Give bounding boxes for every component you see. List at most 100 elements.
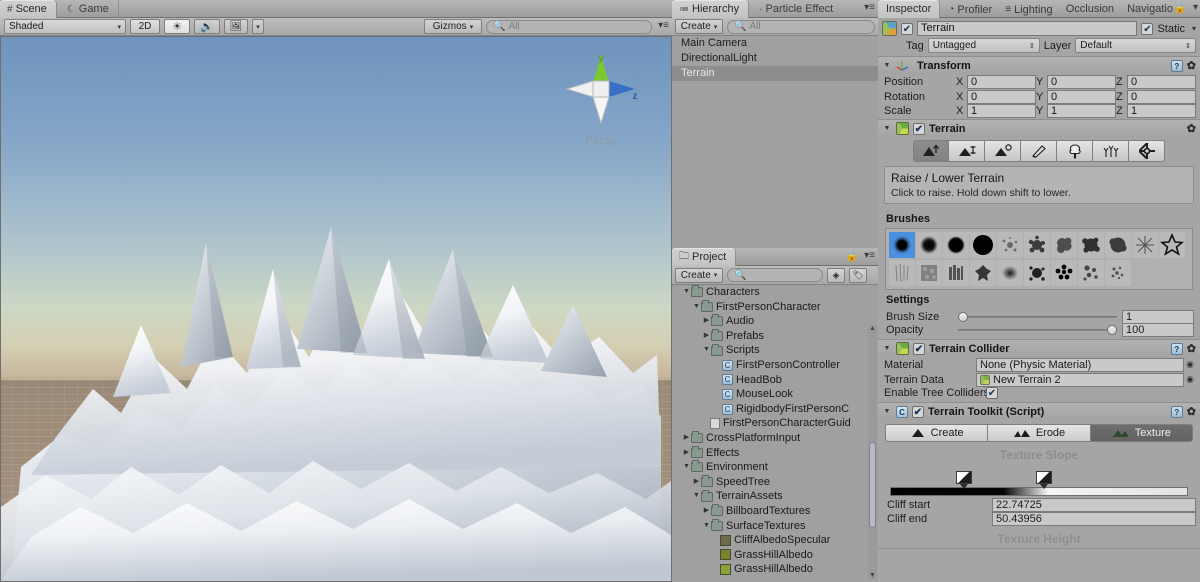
spray-brush[interactable] xyxy=(970,260,996,286)
hierarchy-search-input[interactable]: 🔍 All xyxy=(727,20,875,34)
smudge-brush[interactable] xyxy=(997,260,1023,286)
texture-brush[interactable] xyxy=(916,260,942,286)
position-x-field[interactable]: 0 xyxy=(967,75,1036,89)
project-favorites-button[interactable]: ◈ xyxy=(827,268,845,283)
smooth-height-tool[interactable] xyxy=(985,140,1021,162)
scene-fx-toggle[interactable]: 🖼 xyxy=(224,19,248,34)
scroll-up-icon[interactable]: ▲ xyxy=(868,324,877,333)
project-row[interactable]: C FirstPersonController xyxy=(672,358,878,373)
star-burst-brush[interactable] xyxy=(1132,232,1158,258)
project-row[interactable]: ▼ SurfaceTextures xyxy=(672,519,878,534)
scene-lighting-toggle[interactable]: ☀ xyxy=(164,19,190,34)
cliff-start-handle[interactable] xyxy=(956,471,972,488)
inspector-panel-menu-icon[interactable]: ▾ xyxy=(1185,3,1198,14)
streak-brush[interactable] xyxy=(889,260,915,286)
scale-x-field[interactable]: 1 xyxy=(967,104,1036,118)
static-checkbox[interactable]: ✔ xyxy=(1141,23,1153,35)
dots-brush[interactable] xyxy=(1051,260,1077,286)
hierarchy-panel-menu-icon[interactable]: ▾≡ xyxy=(862,3,875,14)
tab-profiler[interactable]: ◔ Profiler xyxy=(943,1,997,19)
gear-icon[interactable]: ✿ xyxy=(1187,342,1196,355)
disclosure-triangle-icon[interactable]: ▼ xyxy=(682,460,691,475)
place-trees-tool[interactable] xyxy=(1057,140,1093,162)
project-row[interactable]: ▶ Prefabs xyxy=(672,329,878,344)
project-row[interactable]: ▶ BillboardTextures xyxy=(672,504,878,519)
disclosure-triangle-icon[interactable]: ▶ xyxy=(692,475,701,490)
tag-dropdown[interactable]: Untagged ⇕ xyxy=(928,38,1040,53)
terrain-toolkit-header[interactable]: ▼ C ✔ Terrain Toolkit (Script) ? ✿ xyxy=(878,403,1200,420)
fine-scatter-brush[interactable] xyxy=(1105,260,1131,286)
project-scrollbar-thumb[interactable] xyxy=(869,442,876,528)
star-outline-brush[interactable] xyxy=(1159,232,1185,258)
tab-particle-effect[interactable]: · Particle Effect xyxy=(752,0,842,18)
cliff-end-field[interactable]: 50.43956 xyxy=(992,512,1196,526)
scene-audio-toggle[interactable]: 🔊 xyxy=(194,19,220,34)
lock-icon[interactable]: 🔒 xyxy=(846,251,858,262)
disclosure-triangle-icon[interactable]: ▶ xyxy=(702,314,711,329)
round-brush-3[interactable] xyxy=(943,232,969,258)
help-icon[interactable]: ? xyxy=(1171,60,1183,72)
terrain-data-field[interactable]: New Terrain 2 xyxy=(976,373,1184,387)
gear-icon[interactable]: ✿ xyxy=(1187,405,1196,418)
paint-details-tool[interactable] xyxy=(1093,140,1129,162)
set-height-tool[interactable] xyxy=(949,140,985,162)
terrain-collider-header[interactable]: ▼ ✔ Terrain Collider ? ✿ xyxy=(878,340,1200,357)
terrain-settings-tool[interactable] xyxy=(1129,140,1165,162)
disclosure-triangle-icon[interactable]: ▶ xyxy=(702,329,711,344)
project-row[interactable]: FirstPersonCharacterGuid xyxy=(672,416,878,431)
tab-game[interactable]: ☾ Game xyxy=(60,0,119,18)
position-y-field[interactable]: 0 xyxy=(1047,75,1116,89)
tab-inspector[interactable]: Inspector xyxy=(878,0,940,18)
paint-texture-tool[interactable] xyxy=(1021,140,1057,162)
project-row[interactable]: ▶ CrossPlatformInput xyxy=(672,431,878,446)
gear-icon[interactable]: ✿ xyxy=(1187,59,1196,72)
shading-mode-dropdown[interactable]: Shaded ▾ xyxy=(4,19,126,34)
object-name-field[interactable]: Terrain xyxy=(917,21,1137,36)
disclosure-triangle-icon[interactable]: ▼ xyxy=(702,343,711,358)
project-row[interactable]: ▼ Characters xyxy=(672,285,878,300)
toolkit-tab-erode[interactable]: Erode xyxy=(988,424,1090,442)
disclosure-triangle-icon[interactable]: ▶ xyxy=(702,504,711,519)
disclosure-triangle-icon[interactable]: ▼ xyxy=(682,285,691,300)
hierarchy-item-main-camera[interactable]: Main Camera xyxy=(672,36,878,51)
toggle-2d-button[interactable]: 2D xyxy=(130,19,160,34)
cliff-start-field[interactable]: 22.74725 xyxy=(992,498,1196,512)
noise-brush[interactable] xyxy=(1078,232,1104,258)
tab-navigation[interactable]: Navigatio xyxy=(1122,0,1178,18)
terrain-collider-enabled-checkbox[interactable]: ✔ xyxy=(913,343,925,355)
help-icon[interactable]: ? xyxy=(1171,406,1183,418)
disclosure-triangle-icon[interactable]: ▼ xyxy=(882,408,892,415)
slider-knob[interactable] xyxy=(958,312,968,322)
scene-viewport[interactable]: y z Persp xyxy=(1,37,671,581)
disclosure-triangle-icon[interactable]: ▼ xyxy=(882,125,892,132)
scene-fx-dropdown[interactable]: ▾ xyxy=(252,19,264,34)
project-row[interactable]: C RigidbodyFirstPersonC xyxy=(672,402,878,417)
soft-round-brush[interactable] xyxy=(889,232,915,258)
project-search-input[interactable]: 🔍 xyxy=(727,268,823,282)
terrain-toolkit-enabled-checkbox[interactable]: ✔ xyxy=(912,406,924,418)
scale-z-field[interactable]: 1 xyxy=(1127,104,1196,118)
tab-lighting[interactable]: ≡ Lighting xyxy=(1000,1,1057,19)
material-field[interactable]: None (Physic Material) xyxy=(976,358,1184,372)
disclosure-triangle-icon[interactable]: ▼ xyxy=(882,345,892,352)
project-row[interactable]: C HeadBob xyxy=(672,373,878,388)
material-picker-icon[interactable]: ◉ xyxy=(1184,359,1196,370)
round-brush-2[interactable] xyxy=(916,232,942,258)
project-row[interactable]: C MouseLook xyxy=(672,387,878,402)
opacity-value[interactable]: 100 xyxy=(1122,323,1194,337)
scene-view-gizmo[interactable]: y z Persp xyxy=(559,47,643,147)
toolkit-tab-texture[interactable]: Texture xyxy=(1091,424,1193,442)
project-tree[interactable]: ▼ Characters ▼ FirstPersonCharacter ▶ Au… xyxy=(672,285,878,582)
slider-knob[interactable] xyxy=(1107,325,1117,335)
hierarchy-item-directional-light[interactable]: DirectionalLight xyxy=(672,51,878,66)
rotation-x-field[interactable]: 0 xyxy=(967,90,1036,104)
project-row[interactable]: GrassHillAlbedo xyxy=(672,548,878,563)
sparse-splatter-brush[interactable] xyxy=(997,232,1023,258)
project-row[interactable]: ▶ SpeedTree xyxy=(672,475,878,490)
hierarchy-list[interactable]: Main Camera DirectionalLight Terrain xyxy=(672,36,878,248)
hierarchy-create-button[interactable]: Create ▾ xyxy=(675,19,723,34)
project-row[interactable]: ▶ Effects xyxy=(672,446,878,461)
disclosure-triangle-icon[interactable]: ▼ xyxy=(692,489,701,504)
cloud-brush[interactable] xyxy=(1051,232,1077,258)
toolkit-tab-create[interactable]: Create xyxy=(885,424,988,442)
